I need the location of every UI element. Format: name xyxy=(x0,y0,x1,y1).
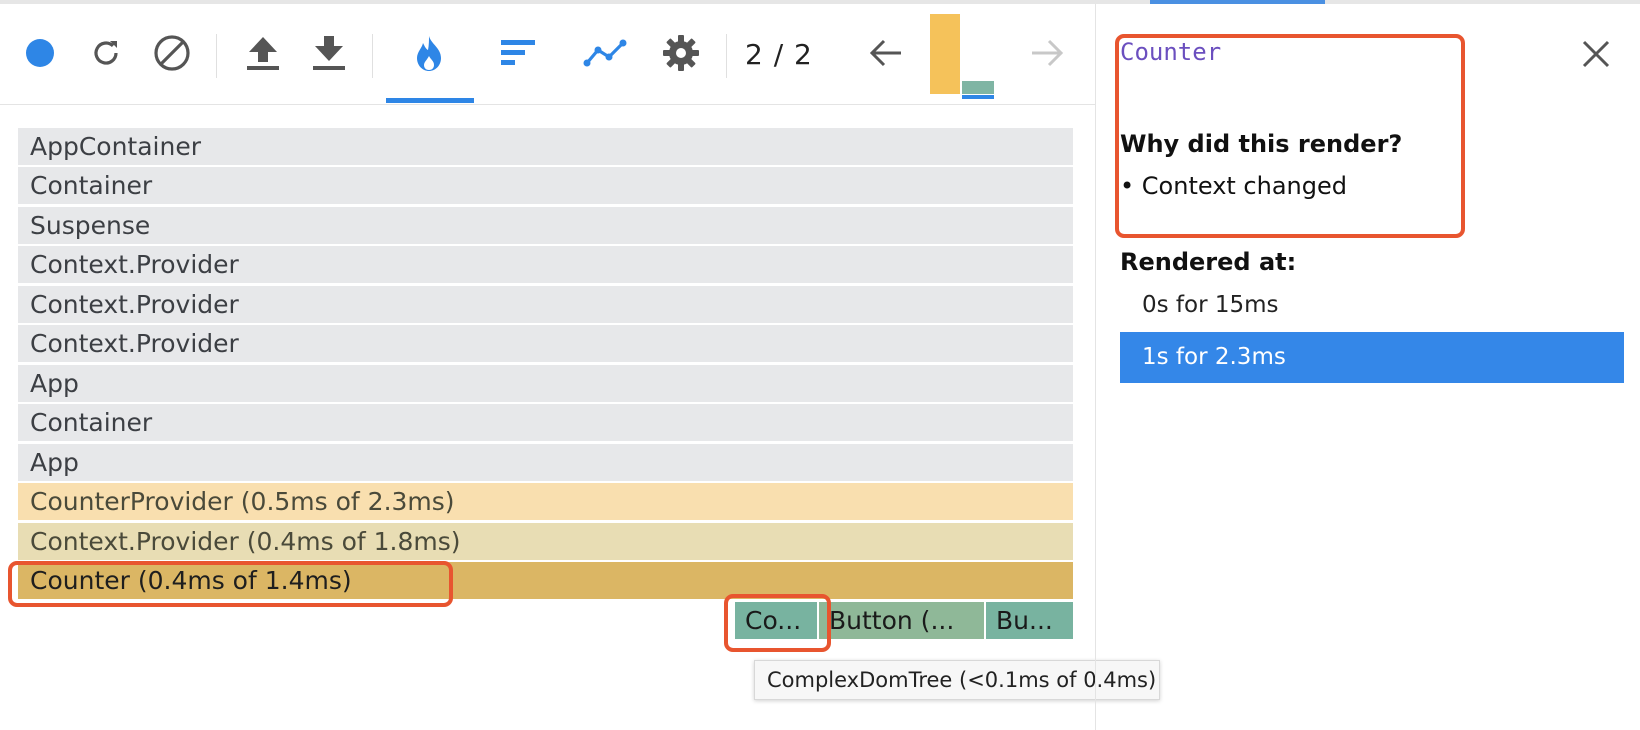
highlight-child-bar xyxy=(724,594,831,652)
flame-bar[interactable]: Context.Provider xyxy=(18,246,1073,283)
flame-child-button[interactable]: Bu... xyxy=(986,602,1073,639)
flame-bar[interactable]: Suspense xyxy=(18,207,1073,244)
flame-bar-context-provider[interactable]: Context.Provider (0.4ms of 1.8ms) xyxy=(18,523,1073,560)
upload-icon[interactable] xyxy=(240,30,286,76)
render-reason: • Context changed xyxy=(1120,172,1347,200)
close-icon[interactable] xyxy=(1576,34,1616,74)
commit-bar-selected[interactable] xyxy=(962,81,994,94)
flame-bar[interactable]: Context.Provider xyxy=(18,325,1073,362)
previous-arrow-icon[interactable] xyxy=(863,30,909,76)
flame-bar[interactable]: AppContainer xyxy=(18,128,1073,165)
profiler-toolbar: 2 / 2 xyxy=(0,4,1095,105)
toolbar-separator xyxy=(372,34,373,78)
flame-bar[interactable]: Context.Provider xyxy=(18,286,1073,323)
highlight-counter-bar xyxy=(8,561,453,607)
settings-icon[interactable] xyxy=(658,30,704,76)
download-icon[interactable] xyxy=(306,30,352,76)
selected-commit-indicator xyxy=(962,95,994,99)
flame-chart-icon[interactable] xyxy=(406,30,452,76)
flame-bar[interactable]: App xyxy=(18,365,1073,402)
render-entry-selected[interactable]: 1s for 2.3ms xyxy=(1120,332,1624,383)
selected-fiber-panel: Counter Why did this render? • Context c… xyxy=(1095,4,1640,730)
active-tab-underline xyxy=(386,98,474,103)
flame-bar[interactable]: App xyxy=(18,444,1073,481)
render-entry[interactable]: 0s for 15ms xyxy=(1120,280,1624,331)
interactions-icon[interactable] xyxy=(582,30,628,76)
ranked-chart-icon[interactable] xyxy=(495,30,541,76)
rendered-at-heading: Rendered at: xyxy=(1120,248,1297,276)
clear-icon[interactable] xyxy=(149,30,195,76)
commit-bar[interactable] xyxy=(930,14,960,94)
next-arrow-icon[interactable] xyxy=(1024,30,1070,76)
commit-counter: 2 / 2 xyxy=(745,38,813,71)
why-render-heading: Why did this render? xyxy=(1120,130,1403,158)
flame-bar[interactable]: Container xyxy=(18,167,1073,204)
toolbar-separator xyxy=(726,34,727,78)
flame-bar-counterprovider[interactable]: CounterProvider (0.5ms of 2.3ms) xyxy=(18,483,1073,520)
toolbar-separator xyxy=(216,34,217,78)
reload-icon[interactable] xyxy=(83,30,129,76)
panel-title: Counter xyxy=(1120,38,1222,66)
flame-child-button[interactable]: Button (... xyxy=(819,602,984,639)
record-icon[interactable] xyxy=(17,30,63,76)
flame-bar[interactable]: Container xyxy=(18,404,1073,441)
